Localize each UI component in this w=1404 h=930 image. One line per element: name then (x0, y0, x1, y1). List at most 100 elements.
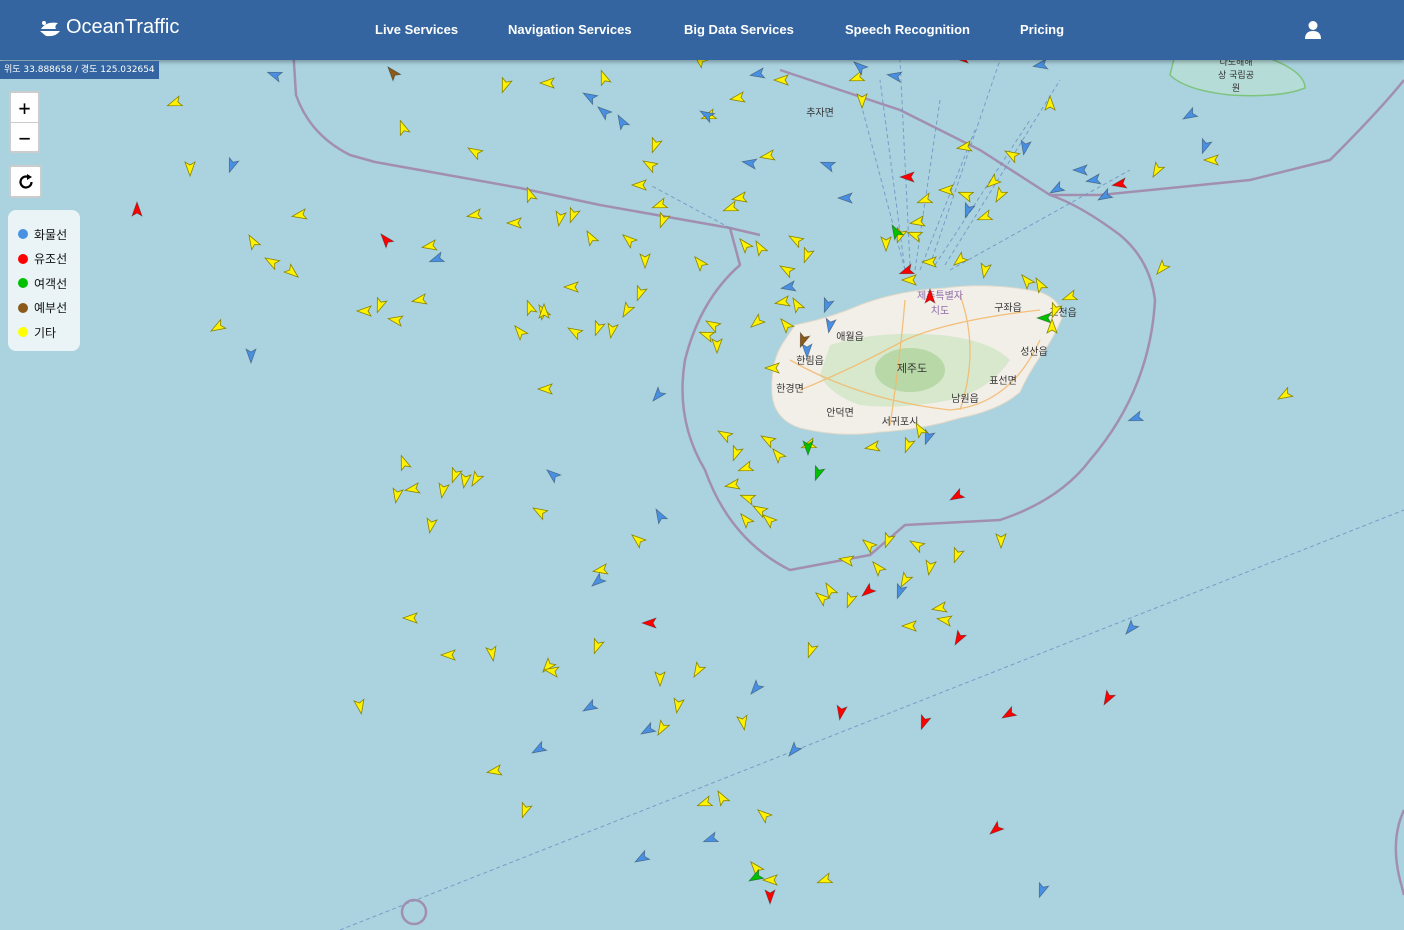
vessel-marker[interactable] (1044, 94, 1056, 111)
vessel-marker[interactable] (131, 200, 143, 217)
vessel-marker[interactable] (606, 322, 619, 340)
vessel-marker[interactable] (283, 263, 301, 281)
vessel-marker[interactable] (772, 74, 789, 86)
vessel-marker[interactable] (1202, 154, 1219, 166)
nav-live-services[interactable]: Live Services (375, 22, 458, 37)
vessel-marker[interactable] (901, 436, 916, 455)
vessel-marker[interactable] (485, 764, 503, 777)
vessel-marker[interactable] (951, 629, 968, 647)
vessel-marker[interactable] (702, 831, 720, 846)
vessel-marker[interactable] (747, 679, 765, 697)
vessel-marker[interactable] (837, 554, 855, 567)
vessel-marker[interactable] (900, 274, 917, 286)
vessel-marker[interactable] (950, 546, 965, 565)
vessel-marker[interactable] (816, 872, 834, 887)
nav-pricing[interactable]: Pricing (1020, 22, 1064, 37)
vessel-marker[interactable] (704, 317, 722, 334)
vessel-marker[interactable] (779, 280, 797, 293)
vessel-marker[interactable] (353, 698, 366, 716)
vessel-marker[interactable] (787, 232, 805, 249)
vessel-marker[interactable] (263, 254, 281, 271)
vessel-marker[interactable] (811, 464, 826, 483)
vessel-marker[interactable] (648, 136, 663, 155)
legend-item-tug[interactable]: 예부선 (8, 296, 80, 321)
vessel-marker[interactable] (536, 383, 553, 395)
vessel-marker[interactable] (869, 559, 887, 577)
user-icon[interactable] (1304, 20, 1322, 40)
vessel-marker[interactable] (518, 801, 533, 820)
vessel-marker[interactable] (498, 76, 513, 95)
vessel-marker[interactable] (835, 704, 848, 722)
vessel-marker[interactable] (885, 70, 903, 83)
vessel-marker[interactable] (377, 231, 395, 249)
vessel-marker[interactable] (759, 432, 777, 449)
vessel-marker[interactable] (391, 487, 404, 505)
nav-speech-recognition[interactable]: Speech Recognition (845, 22, 970, 37)
vessel-marker[interactable] (1122, 619, 1140, 637)
vessel-marker[interactable] (620, 231, 638, 249)
vessel-marker[interactable] (863, 440, 881, 453)
vessel-marker[interactable] (583, 229, 600, 247)
vessel-marker[interactable] (1000, 705, 1018, 723)
vessel-marker[interactable] (396, 119, 411, 137)
vessel-marker[interactable] (722, 200, 740, 215)
vessel-marker[interactable] (538, 77, 555, 89)
vessel-marker[interactable] (439, 649, 456, 661)
vessel-marker[interactable] (690, 661, 707, 679)
vessel-marker[interactable] (459, 472, 472, 490)
vessel-marker[interactable] (245, 348, 257, 365)
vessel-marker[interactable] (614, 113, 631, 131)
legend-item-passenger[interactable]: 여객선 (8, 271, 80, 296)
vessel-marker[interactable] (1061, 289, 1079, 304)
vessel-marker[interactable] (530, 740, 548, 758)
vessel-marker[interactable] (225, 156, 240, 175)
vessel-marker[interactable] (589, 572, 607, 590)
vessel-marker[interactable] (403, 482, 421, 495)
brand[interactable]: OceanTraffic (38, 16, 179, 39)
vessel-marker[interactable] (976, 209, 994, 224)
vessel-marker[interactable] (633, 849, 651, 867)
vessel-marker[interactable] (935, 614, 953, 627)
vessel-marker[interactable] (698, 107, 716, 124)
vessel-marker[interactable] (397, 454, 412, 472)
vessel-marker[interactable] (672, 697, 685, 715)
vessel-marker[interactable] (531, 504, 549, 521)
vessel-marker[interactable] (1032, 276, 1049, 294)
vessel-marker[interactable] (641, 157, 659, 174)
vessel-marker[interactable] (819, 158, 837, 173)
vessel-marker[interactable] (691, 254, 709, 272)
vessel-marker[interactable] (290, 208, 308, 221)
vessel-marker[interactable] (893, 582, 908, 601)
vessel-marker[interactable] (468, 470, 485, 488)
vessel-marker[interactable] (752, 239, 769, 257)
vessel-marker[interactable] (1035, 881, 1050, 900)
vessel-marker[interactable] (1100, 689, 1117, 707)
vessel-marker[interactable] (908, 537, 926, 554)
vessel-marker[interactable] (987, 820, 1005, 838)
vessel-marker[interactable] (820, 296, 835, 315)
vessel-marker[interactable] (591, 319, 606, 338)
vessel-marker[interactable] (595, 103, 613, 121)
nav-big-data-services[interactable]: Big Data Services (684, 22, 794, 37)
vessel-marker[interactable] (785, 741, 803, 759)
vessel-marker[interactable] (1198, 137, 1213, 156)
vessel-marker[interactable] (581, 89, 599, 106)
vessel-marker[interactable] (386, 314, 404, 327)
vessel-marker[interactable] (566, 324, 584, 341)
vessel-marker[interactable] (740, 157, 758, 170)
vessel-marker[interactable] (789, 296, 806, 314)
vessel-marker[interactable] (898, 171, 915, 183)
vessel-marker[interactable] (1181, 106, 1199, 124)
vessel-marker[interactable] (466, 144, 484, 161)
vessel-marker[interactable] (900, 620, 917, 632)
vessel-marker[interactable] (729, 444, 744, 463)
vessel-marker[interactable] (544, 466, 562, 484)
vessel-marker[interactable] (930, 601, 948, 614)
vessel-marker[interactable] (619, 301, 636, 319)
vessel-marker[interactable] (420, 239, 438, 252)
vessel-marker[interactable] (992, 186, 1009, 204)
map-canvas[interactable]: 다도해해 상 국립공 원 추자면 제주도 제주특별자 치도 구좌읍 조천읍 애월… (0, 0, 1404, 930)
vessel-marker[interactable] (736, 236, 754, 254)
vessel-marker[interactable] (633, 284, 648, 303)
vessel-marker[interactable] (1018, 272, 1036, 290)
